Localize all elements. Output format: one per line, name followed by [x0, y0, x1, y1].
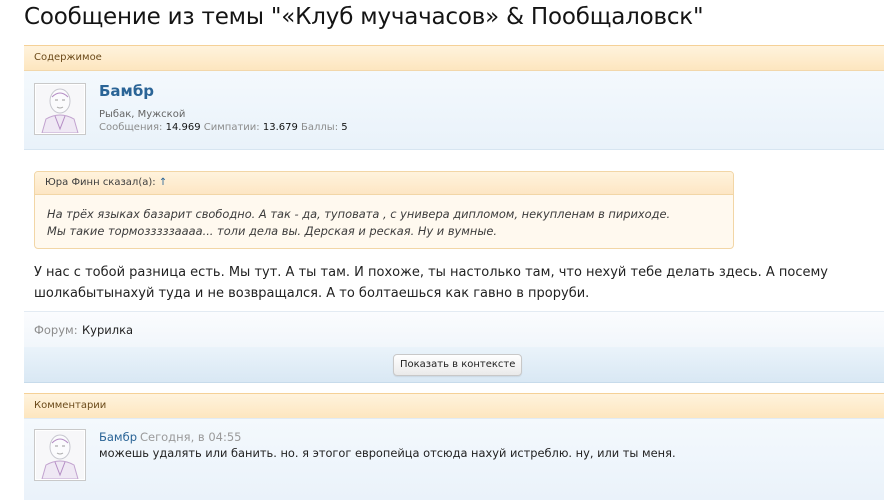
content-section-header: Содержимое — [24, 45, 884, 71]
points-value: 5 — [341, 122, 348, 133]
avatar-image — [36, 431, 84, 479]
author-name[interactable]: Бамбр — [99, 82, 154, 100]
messages-label: Сообщения: — [99, 122, 163, 133]
forum-link[interactable]: Курилка — [82, 323, 133, 337]
points-label: Баллы: — [301, 122, 339, 133]
context-row: Показать в контексте — [24, 347, 884, 383]
quote-header: Юра Финн сказал(а): ↑ — [35, 172, 733, 195]
author-title: Рыбак, Мужской — [99, 109, 186, 120]
likes-value: 13.679 — [262, 122, 298, 133]
message-text: У нас с тобой разница есть. Мы тут. А ты… — [34, 262, 874, 304]
comment-text: можешь удалять или банить. но. я этогог … — [99, 446, 676, 460]
content-section: Содержимое Бамбр Рыбак, Мужской Сообщени… — [24, 45, 884, 150]
forum-row: Форум: Курилка — [24, 311, 884, 348]
comments-section-header: Комментарии — [24, 393, 884, 419]
messages-value: 14.969 — [165, 122, 201, 133]
author-profile: Бамбр Рыбак, Мужской Сообщения: 14.969 С… — [24, 71, 884, 150]
likes-label: Симпатии: — [203, 122, 260, 133]
avatar-image — [36, 85, 84, 133]
comment-item: Бамбр Сегодня, в 04:55 можешь удалять ил… — [24, 418, 884, 500]
author-avatar[interactable] — [34, 83, 86, 135]
quote-block: Юра Финн сказал(а): ↑ На трёх языках баз… — [34, 171, 734, 249]
comment-avatar[interactable] — [34, 429, 86, 481]
quote-line: На трёх языках базарит свободно. А так -… — [47, 207, 671, 221]
message-line: шолкабытынахуй туда и не возвращался. А … — [34, 286, 590, 301]
show-in-context-button[interactable]: Показать в контексте — [393, 354, 523, 376]
quote-text: На трёх языках базарит свободно. А так -… — [35, 195, 733, 240]
quote-author: Юра Финн сказал(а): — [45, 177, 156, 188]
quote-line: Мы такие тормозззззаааа... толи дела вы.… — [47, 224, 497, 238]
comments-section: Комментарии — [24, 393, 884, 419]
quote-jump-icon[interactable]: ↑ — [159, 177, 167, 188]
forum-label: Форум: — [34, 323, 78, 337]
comment-time: Сегодня, в 04:55 — [140, 430, 242, 444]
page-title: Сообщение из темы "«Клуб мучачасов» & По… — [24, 4, 704, 30]
message-line: У нас с тобой разница есть. Мы тут. А ты… — [34, 265, 828, 280]
author-stats: Сообщения: 14.969 Симпатии: 13.679 Баллы… — [99, 122, 348, 133]
comment-author[interactable]: Бамбр — [99, 430, 137, 444]
